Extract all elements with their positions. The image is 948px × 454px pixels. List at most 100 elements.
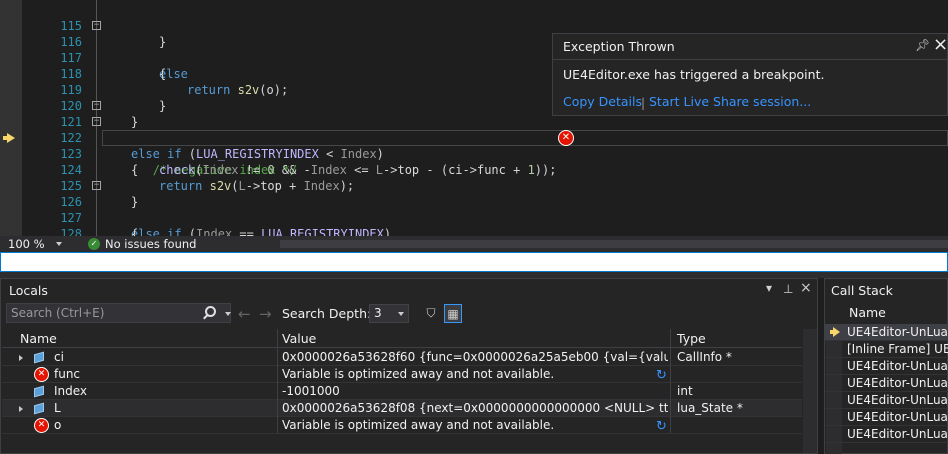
table-row[interactable]: L 0x0000026a53628f08 {next=0x00000000000… — [2, 400, 802, 417]
expand-icon[interactable] — [19, 406, 23, 412]
live-share-link[interactable]: Start Live Share session... — [649, 94, 811, 109]
code-line: 124 return s2v(L->top + Index); — [0, 146, 948, 193]
call-stack-panel: Call Stack Name UE4Editor-UnLua.dll [Inl… — [824, 278, 948, 454]
collapse-icon[interactable]: − — [92, 21, 101, 30]
variable-icon — [34, 351, 44, 364]
frame-label: [Inline Frame] UE4Editor — [847, 342, 948, 356]
view-hex-icon[interactable]: ▦ — [444, 304, 462, 323]
close-icon[interactable]: × — [933, 34, 948, 55]
pin-icon[interactable]: 📌︎ — [915, 38, 930, 52]
copy-details-link[interactable]: Copy Details — [563, 94, 642, 109]
chevron-down-icon[interactable] — [56, 242, 62, 246]
link-separator: | — [641, 96, 646, 110]
table-row[interactable]: ✕ func Variable is optimized away and no… — [2, 366, 802, 383]
issues-status[interactable]: No issues found — [105, 237, 196, 251]
exception-title: Exception Thrown — [563, 39, 675, 54]
row-type: lua_State * — [677, 401, 743, 415]
stack-frame[interactable]: UE4Editor-UnLua.dll — [825, 324, 948, 341]
search-depth-select[interactable]: 3 — [369, 304, 409, 323]
search-field[interactable] — [6, 303, 231, 323]
row-value[interactable]: Variable is optimized away and not avail… — [282, 366, 668, 383]
row-value[interactable]: 0x0000026a53628f60 {func=0x0000026a25a5e… — [282, 349, 668, 366]
zoom-level[interactable]: 100 % — [8, 237, 45, 251]
code-editor[interactable]: 115 } 116 − else 117 { 118 return s2v(o)… — [0, 0, 948, 236]
close-icon[interactable]: × — [800, 280, 812, 296]
pin-icon[interactable]: ⊥ — [783, 282, 793, 296]
chevron-down-icon[interactable] — [398, 312, 404, 316]
current-frame-icon — [830, 327, 840, 337]
editor-status-bar: 100 % ✓ No issues found — [0, 236, 948, 252]
table-row[interactable]: ✕ o Variable is optimized away and not a… — [2, 417, 802, 434]
frame-label: UE4Editor-UnLua.dll — [847, 359, 948, 373]
row-type: int — [677, 384, 693, 398]
frame-label: UE4Editor-UnLua.dll — [847, 393, 948, 407]
exception-popup: Exception Thrown 📌︎ × UE4Editor.exe has … — [552, 33, 948, 116]
column-divider[interactable] — [670, 329, 671, 348]
expand-icon[interactable] — [19, 355, 23, 361]
code-line: 122 − { /* negative index */ — [0, 114, 948, 178]
search-icon[interactable] — [205, 306, 216, 317]
code-line: 128 return &G(L)->l_registry; — [0, 210, 948, 236]
refresh-icon[interactable]: ↻ — [656, 367, 667, 384]
forward-arrow-icon[interactable]: → — [259, 305, 272, 323]
row-name: ci — [54, 350, 64, 364]
horizontal-scrollbar[interactable] — [280, 240, 948, 248]
column-divider — [670, 348, 671, 433]
collapse-icon[interactable]: − — [92, 181, 101, 190]
row-name: func — [54, 367, 81, 381]
row-type: CallInfo * — [677, 350, 732, 364]
row-value[interactable]: Variable is optimized away and not avail… — [282, 417, 668, 434]
code-line: 127 { — [0, 194, 948, 236]
column-divider[interactable] — [277, 329, 278, 348]
frame-label: UE4Editor-UnLua.dll — [847, 376, 948, 390]
row-value[interactable]: 0x0000026a53628f08 {next=0x0000000000000… — [282, 400, 668, 417]
chevron-down-icon[interactable]: ▾ — [766, 281, 772, 295]
variable-icon — [34, 402, 44, 415]
chevron-down-icon[interactable] — [225, 312, 231, 316]
collapse-icon[interactable]: − — [92, 101, 101, 110]
collapse-icon[interactable]: − — [92, 117, 101, 126]
back-arrow-icon[interactable]: ← — [238, 305, 251, 323]
code-line: 126 − else if (Index == LUA_REGISTRYINDE… — [0, 178, 948, 237]
divider — [553, 59, 948, 60]
stack-frame[interactable]: UE4Editor-UnLua.dll — [825, 375, 948, 392]
frame-label: UE4Editor-UnLua.dll — [847, 427, 948, 441]
search-depth-label: Search Depth: — [282, 306, 372, 321]
error-icon: ✕ — [34, 418, 49, 433]
stack-frame[interactable]: UE4Editor-UnLua.dll — [825, 392, 948, 409]
filter-icon[interactable]: ⛉ — [422, 304, 440, 323]
column-divider — [277, 348, 278, 433]
stack-frame[interactable]: UE4Editor-UnLua.dll — [825, 409, 948, 426]
exception-message: UE4Editor.exe has triggered a breakpoint… — [563, 67, 825, 82]
column-header-name[interactable]: Name — [20, 331, 57, 346]
variable-icon — [34, 385, 44, 398]
vertical-scrollbar[interactable] — [803, 329, 817, 453]
stack-frame[interactable]: [Inline Frame] UE4Editor — [825, 341, 948, 358]
frame-label: UE4Editor-UnLua.dll — [847, 325, 948, 339]
table-row[interactable]: ci 0x0000026a53628f60 {func=0x0000026a25… — [2, 349, 802, 366]
refresh-icon[interactable]: ↻ — [656, 418, 667, 435]
frame-label: UE4Editor-UnLua.dll — [847, 410, 948, 424]
panel-title: Locals — [9, 283, 48, 298]
row-name: o — [54, 418, 62, 432]
stack-frame[interactable]: UE4Editor-UnLua.dll — [825, 426, 948, 443]
locals-panel: Locals ▾ ⊥ × ← → Search Depth: 3 ⛉ ▦ Nam… — [0, 278, 818, 454]
code-line: 129 } — [0, 226, 948, 236]
exception-error-icon[interactable]: ✕ — [558, 130, 574, 146]
column-header-value[interactable]: Value — [282, 331, 316, 346]
search-input[interactable] — [11, 305, 201, 321]
table-row[interactable]: Index -1001000 int — [2, 383, 802, 400]
check-circle-icon: ✓ — [88, 238, 100, 250]
row-name: Index — [54, 384, 88, 398]
code-line: 125 } — [0, 162, 948, 209]
column-header-type[interactable]: Type — [677, 331, 706, 346]
row-value[interactable]: -1001000 — [282, 383, 668, 400]
row-name: L — [54, 401, 61, 415]
column-header-name[interactable]: Name — [849, 305, 886, 320]
panel-title: Call Stack — [831, 283, 893, 298]
output-strip — [0, 252, 948, 272]
stack-frame[interactable]: UE4Editor-UnLua.dll — [825, 358, 948, 375]
locals-grid-header: Name Value Type — [2, 329, 802, 348]
code-line-current: 123 check(Index != 0 && -Index <= L->top… — [0, 130, 948, 177]
code-line: 116 − else — [0, 18, 948, 82]
